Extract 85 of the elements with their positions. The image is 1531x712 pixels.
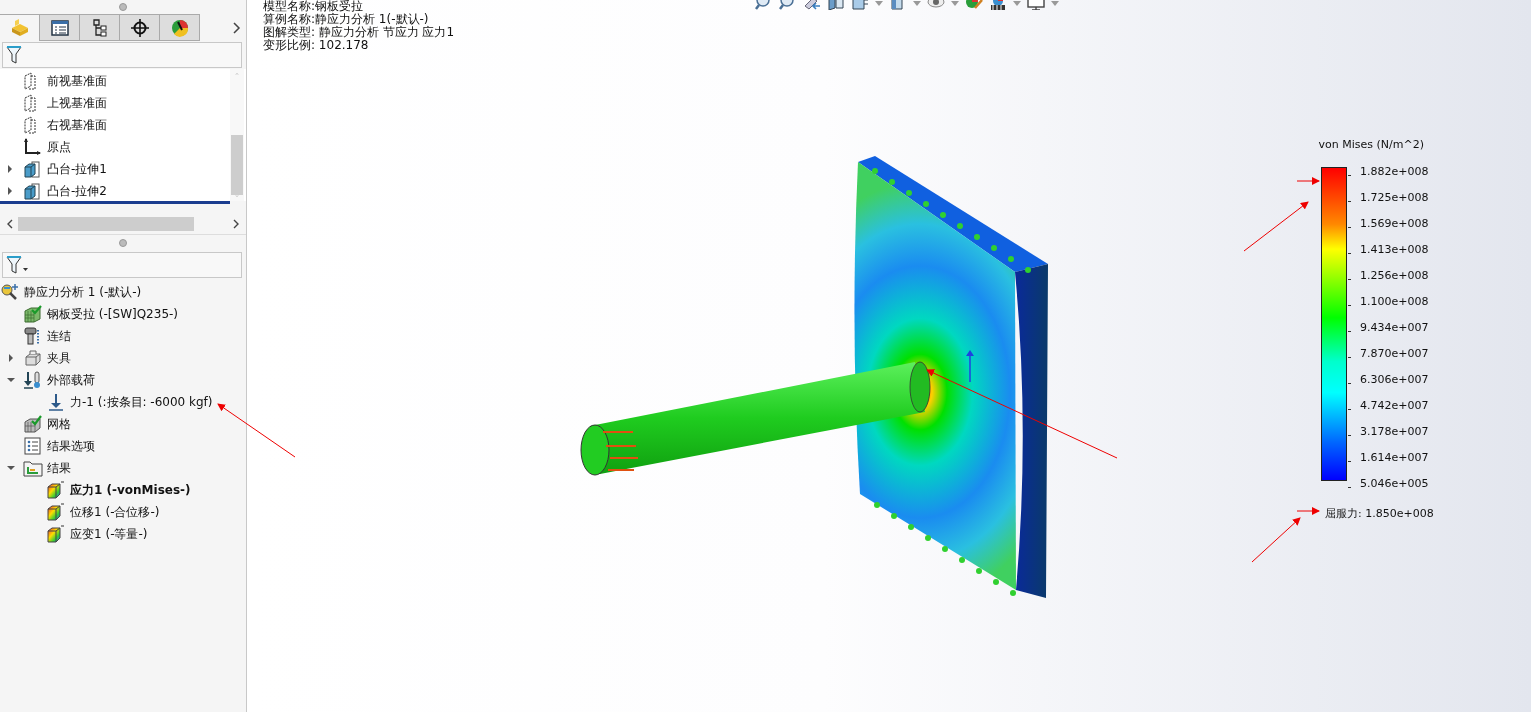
plot-info-text: 图解类型: 静应力分析 节应力 应力1 [263,26,456,39]
collapse-arrow-icon[interactable] [7,376,15,384]
expand-arrow-icon[interactable] [7,354,15,362]
plot-info-text: 模型名称:钢板受拉 [263,0,365,13]
configuration-tree-icon [91,18,108,37]
legend-value: 7.870e+007 [1360,346,1429,360]
legend-title: von Mises (N/m^2) [1317,138,1425,151]
expand-arrow-icon[interactable] [7,165,13,173]
feature-tree-item[interactable]: 原点 [45,138,71,156]
study-tree-item[interactable]: 静应力分析 1 (-默认-) [22,283,142,301]
legend-value: 5.046e+005 [1360,476,1429,490]
study-tree-item[interactable]: 应变1 (-等量-) [68,525,148,543]
plane-icon [23,116,37,134]
plane-icon [23,94,37,112]
stress-plot-icon [46,503,66,521]
dropdown-caret-icon[interactable] [1013,0,1021,6]
fixture-block-icon [23,349,43,367]
plot-info-text: 变形比例: 102.178 [263,39,369,52]
legend-value: 4.742e+007 [1360,398,1429,412]
panel-grip-icon[interactable] [119,3,127,11]
filter-field[interactable] [2,252,242,278]
study-tree-item[interactable]: 结果 [45,459,71,477]
study-tree-item[interactable]: 夹具 [45,349,71,367]
extrude-cube-icon [23,160,41,178]
list-icon [23,437,43,455]
feature-tree-item[interactable]: 凸台-拉伸1 [45,160,107,178]
expand-arrow-icon[interactable] [7,187,13,195]
material-grid-icon [23,305,43,323]
splitter-grip-icon[interactable] [119,239,127,247]
part-block-icon [9,19,30,37]
legend-value: 1.882e+008 [1360,164,1429,178]
property-list-icon [50,19,69,36]
legend-value: 3.178e+007 [1360,424,1429,438]
study-tree-item[interactable]: 结果选项 [45,437,95,455]
stress-plot-icon [46,481,66,499]
legend-value: 1.569e+008 [1360,216,1429,230]
annotation-arrow [1296,177,1320,185]
study-tree-item[interactable]: 钢板受拉 (-[SW]Q235-) [45,305,179,323]
config-tab[interactable] [80,14,120,41]
legend-value: 1.725e+008 [1360,190,1429,204]
plane-icon [23,72,37,90]
annotation-arrow [1296,507,1320,515]
study-tree-item[interactable]: 应力1 (-vonMises-) [68,481,191,499]
study-icon [0,283,20,301]
yield-strength-text: 屈服力: 1.850e+008 [1325,506,1435,521]
appearance-tab[interactable] [160,14,200,41]
filter-dropdown-icon [6,255,30,275]
monitor-icon[interactable] [1027,0,1045,10]
annotation-arrow [1243,201,1309,252]
down-arrow-icon [46,393,66,411]
legend-value: 1.256e+008 [1360,268,1429,282]
color-ball-icon [170,18,189,37]
legend-value: 9.434e+007 [1360,320,1429,334]
study-tree-item[interactable]: 外部载荷 [45,371,95,389]
annotation-arrow [1251,517,1301,563]
folder-chart-icon [23,459,43,477]
legend-value: 6.306e+007 [1360,372,1429,386]
dropdown-caret-icon[interactable] [1051,0,1059,6]
dropdown-caret-icon[interactable] [875,0,883,6]
legend-value: 1.614e+007 [1360,450,1429,464]
plot-info-text: 算例名称:静应力分析 1(-默认-) [263,13,430,26]
study-tree-item[interactable]: 位移1 (-合位移-) [68,503,160,521]
filter-field[interactable] [2,42,242,68]
legend-value: 1.413e+008 [1360,242,1429,256]
load-thermometer-icon [23,371,43,389]
stress-plot-icon [46,525,66,543]
properties-tab[interactable] [40,14,80,41]
study-tree-item[interactable]: 网格 [45,415,71,433]
dropdown-caret-icon[interactable] [951,0,959,6]
collapse-arrow-icon[interactable] [7,464,15,472]
study-tree-item[interactable]: 连结 [45,327,71,345]
feature-tree-item[interactable]: 前视基准面 [45,72,107,90]
scroll-right-icon[interactable] [232,219,240,229]
feature-tree-item[interactable]: 上视基准面 [45,94,107,112]
feature-tree-item[interactable]: 凸台-拉伸2 [45,182,107,200]
scroll-left-icon[interactable] [6,219,14,229]
filter-icon [6,45,22,65]
origin-axes-icon [23,138,41,156]
study-tree-item[interactable]: 力-1 (:按条目: -6000 kgf) [68,393,213,411]
dropdown-caret-icon[interactable] [913,0,921,6]
feature-tree-item[interactable]: 右视基准面 [45,116,107,134]
legend-value: 1.100e+008 [1360,294,1429,308]
crosshair-icon [130,18,149,37]
dim-tab[interactable] [120,14,160,41]
mesh-icon [23,415,43,433]
